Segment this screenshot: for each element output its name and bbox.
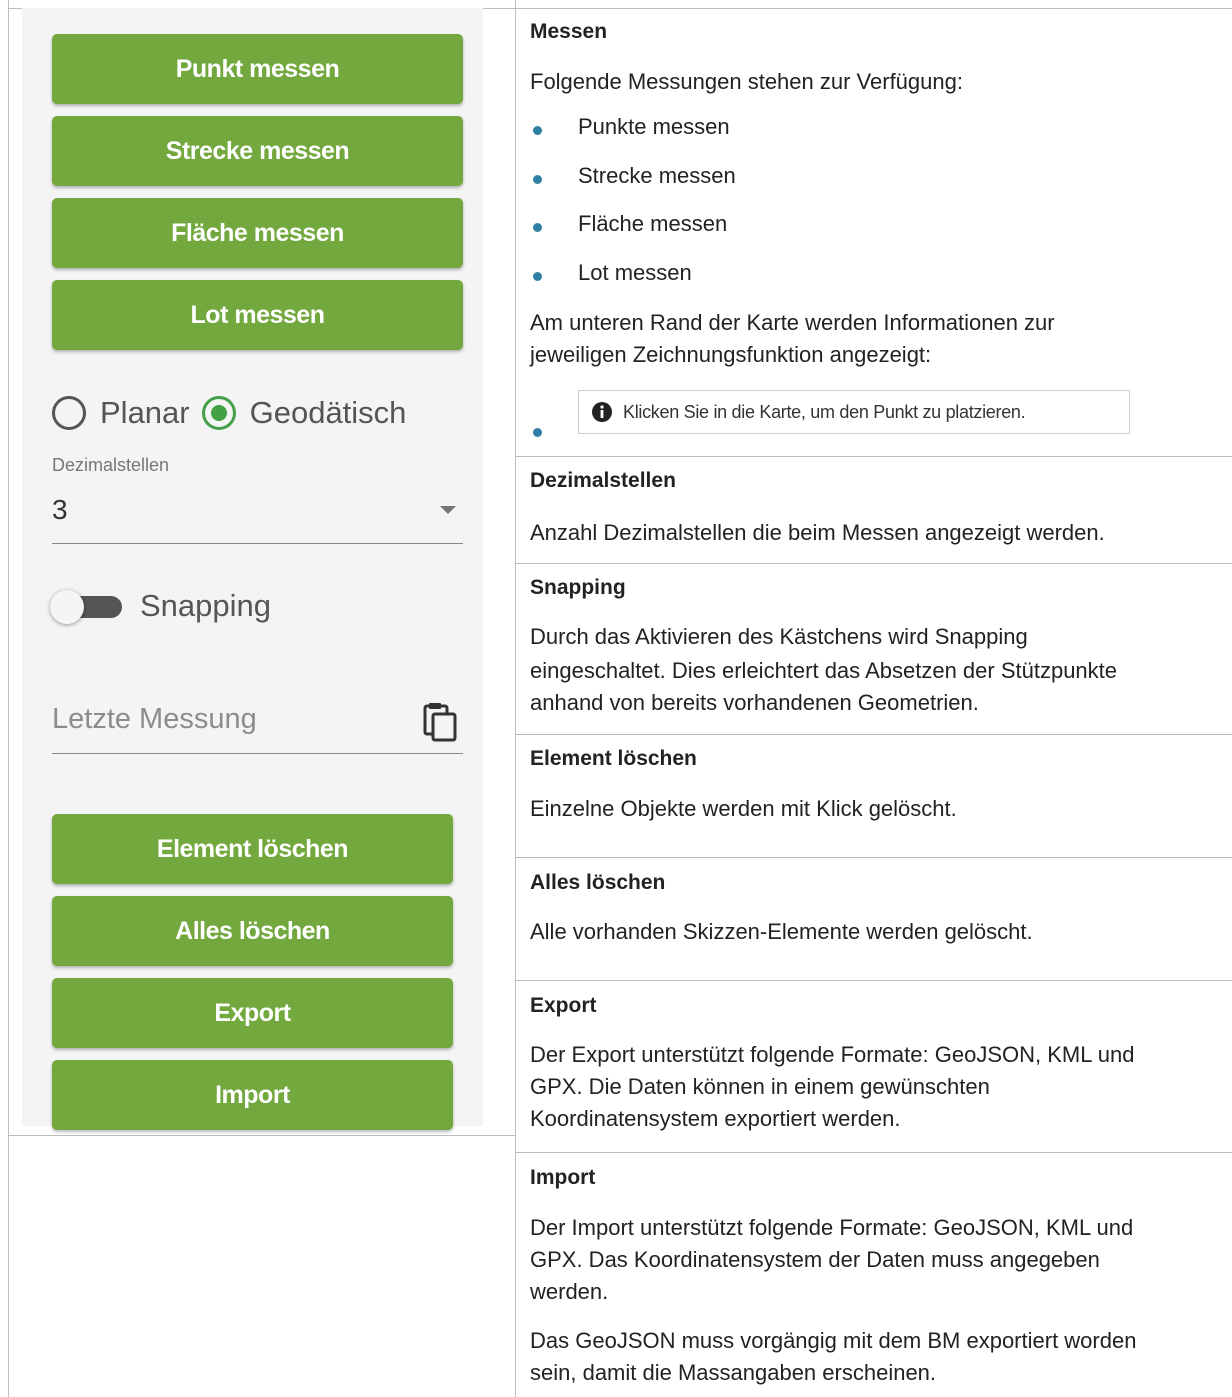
element-loeschen-text: Einzelne Objekte werden mit Klick gelösc… bbox=[530, 796, 957, 821]
map-hint-text: Klicken Sie in die Karte, um den Punkt z… bbox=[623, 401, 1026, 422]
import-note-line: sein, damit die Massangaben erscheinen. bbox=[530, 1360, 937, 1385]
snapping-text-line: Durch das Aktivieren des Kästchens wird … bbox=[530, 624, 1028, 649]
bullet-dot bbox=[533, 175, 542, 184]
alles-loeschen-button[interactable]: Alles löschen bbox=[52, 896, 453, 966]
snapping-toggle-knob[interactable] bbox=[50, 590, 84, 624]
flaeche-messen-button[interactable]: Fläche messen bbox=[52, 198, 463, 268]
section-title-messen: Messen bbox=[530, 20, 608, 43]
chevron-down-icon[interactable] bbox=[440, 506, 456, 514]
clipboard-copy-icon[interactable] bbox=[419, 702, 463, 744]
snapping-label: Snapping bbox=[140, 588, 272, 623]
last-measurement-underline bbox=[52, 753, 463, 754]
section-title-export: Export bbox=[530, 994, 597, 1017]
section-title-element-loeschen: Element löschen bbox=[530, 747, 697, 770]
section-title-snapping: Snapping bbox=[530, 576, 626, 599]
list-item-label: Lot messen bbox=[578, 260, 692, 285]
messen-info-line-2: jeweiligen Zeichnungsfunktion angezeigt: bbox=[530, 342, 932, 367]
element-loeschen-button[interactable]: Element löschen bbox=[52, 814, 453, 884]
row-divider bbox=[515, 1152, 1232, 1153]
messen-intro: Folgende Messungen stehen zur Verfügung: bbox=[530, 69, 963, 94]
alles-loeschen-text: Alle vorhanden Skizzen-Elemente werden g… bbox=[530, 919, 1033, 944]
import-note-line: Das GeoJSON muss vorgängig mit dem BM ex… bbox=[530, 1328, 1137, 1353]
row-divider bbox=[515, 734, 1232, 735]
radio-geodaetisch[interactable] bbox=[201, 396, 236, 430]
help-table: Punkt messen Strecke messen Fläche messe… bbox=[0, 0, 1232, 1397]
bullet-dot bbox=[533, 272, 542, 281]
snapping-text-line: anhand von bereits vorhandenen Geometrie… bbox=[530, 690, 979, 715]
bullet-dot bbox=[533, 126, 542, 135]
decimals-select-underline bbox=[52, 543, 463, 544]
messen-info-line-1: Am unteren Rand der Karte werden Informa… bbox=[530, 310, 1055, 335]
export-text-line: Koordinatensystem exportiert werden. bbox=[530, 1106, 901, 1131]
last-measurement-field[interactable]: Letzte Messung bbox=[52, 703, 257, 736]
export-text-line: Der Export unterstützt folgende Formate:… bbox=[530, 1042, 1135, 1067]
section-title-dezimalstellen: Dezimalstellen bbox=[530, 469, 676, 492]
strecke-messen-button[interactable]: Strecke messen bbox=[52, 116, 463, 186]
row-divider bbox=[8, 1135, 516, 1136]
lot-messen-button[interactable]: Lot messen bbox=[52, 280, 463, 350]
row-divider bbox=[515, 563, 1232, 564]
import-button[interactable]: Import bbox=[52, 1060, 453, 1130]
measure-mode-group: Planar Geodätisch bbox=[52, 390, 406, 436]
dezimalstellen-text: Anzahl Dezimalstellen die beim Messen an… bbox=[530, 520, 1105, 545]
bullet-dot bbox=[533, 428, 542, 437]
row-divider bbox=[515, 456, 1232, 457]
snapping-text-line: eingeschaltet. Dies erleichtert das Abse… bbox=[530, 658, 1118, 683]
row-divider bbox=[515, 980, 1232, 981]
export-button[interactable]: Export bbox=[52, 978, 453, 1048]
list-item-label: Punkte messen bbox=[578, 114, 730, 139]
list-item-label: Fläche messen bbox=[578, 211, 728, 236]
decimals-label: Dezimalstellen bbox=[52, 455, 170, 475]
import-text-line: werden. bbox=[530, 1279, 609, 1304]
import-text-line: GPX. Das Koordinatensystem der Daten mus… bbox=[530, 1247, 1100, 1272]
section-title-import: Import bbox=[530, 1166, 596, 1189]
table-border-left bbox=[8, 0, 9, 1397]
export-text-line: GPX. Die Daten können in einem gewünscht… bbox=[530, 1074, 990, 1099]
radio-planar-label: Planar bbox=[100, 395, 190, 430]
punkt-messen-button[interactable]: Punkt messen bbox=[52, 34, 463, 104]
row-divider bbox=[515, 857, 1232, 858]
list-item-label: Strecke messen bbox=[578, 163, 736, 188]
radio-geodaetisch-label: Geodätisch bbox=[249, 395, 407, 430]
table-column-divider bbox=[515, 0, 516, 1397]
import-text-line: Der Import unterstützt folgende Formate:… bbox=[530, 1215, 1134, 1240]
map-hint-box: Klicken Sie in die Karte, um den Punkt z… bbox=[578, 390, 1130, 434]
bullet-dot bbox=[533, 223, 542, 232]
info-icon bbox=[592, 402, 612, 422]
decimals-select[interactable]: 3 bbox=[52, 494, 68, 526]
section-title-alles-loeschen: Alles löschen bbox=[530, 871, 666, 894]
radio-planar[interactable] bbox=[52, 396, 86, 430]
